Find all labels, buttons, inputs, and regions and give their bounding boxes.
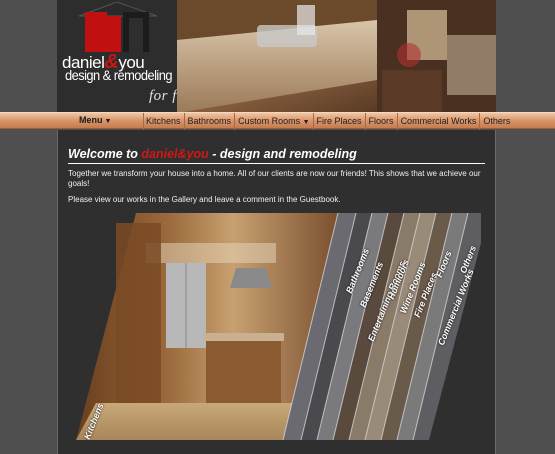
site-header: daniel&you design & remodeling for frien…	[57, 0, 496, 113]
menu-dropdown-button[interactable]: Menu ▼	[79, 115, 111, 125]
nav-item-bathrooms[interactable]: Bathrooms	[185, 113, 236, 130]
brand-tagline: design & remodeling	[65, 67, 172, 83]
nav-item-others[interactable]: Others	[480, 113, 513, 130]
nav-item-label: Custom Rooms	[238, 116, 301, 126]
main-nav-bar: Menu ▼ Kitchens Bathrooms Custom Rooms ▼ …	[0, 112, 555, 130]
header-kitchen-photo	[177, 0, 496, 113]
nav-item-custom-rooms[interactable]: Custom Rooms ▼	[235, 113, 314, 130]
nav-item-floors[interactable]: Floors	[366, 113, 398, 130]
menu-label: Menu	[79, 115, 103, 125]
chevron-down-icon: ▼	[104, 118, 112, 125]
gallery-invite-paragraph: Please view our works in the Gallery and…	[68, 195, 341, 204]
nav-menu: Kitchens Bathrooms Custom Rooms ▼ Fire P…	[143, 113, 513, 130]
intro-paragraph: Together we transform your house into a …	[68, 169, 481, 188]
nav-item-fire-places[interactable]: Fire Places	[314, 113, 366, 130]
house-logo-icon	[78, 2, 157, 52]
nav-item-kitchens[interactable]: Kitchens	[143, 113, 185, 130]
nav-item-commercial-works[interactable]: Commercial Works	[398, 113, 481, 130]
chevron-down-icon: ▼	[302, 119, 310, 126]
welcome-heading: Welcome to daniel&you - design and remod…	[68, 147, 485, 164]
category-gallery: Kitchens Bathrooms Basements Entertainin…	[76, 213, 481, 441]
main-content: Welcome to daniel&you - design and remod…	[57, 130, 496, 454]
gallery-photo-strips	[76, 213, 481, 440]
